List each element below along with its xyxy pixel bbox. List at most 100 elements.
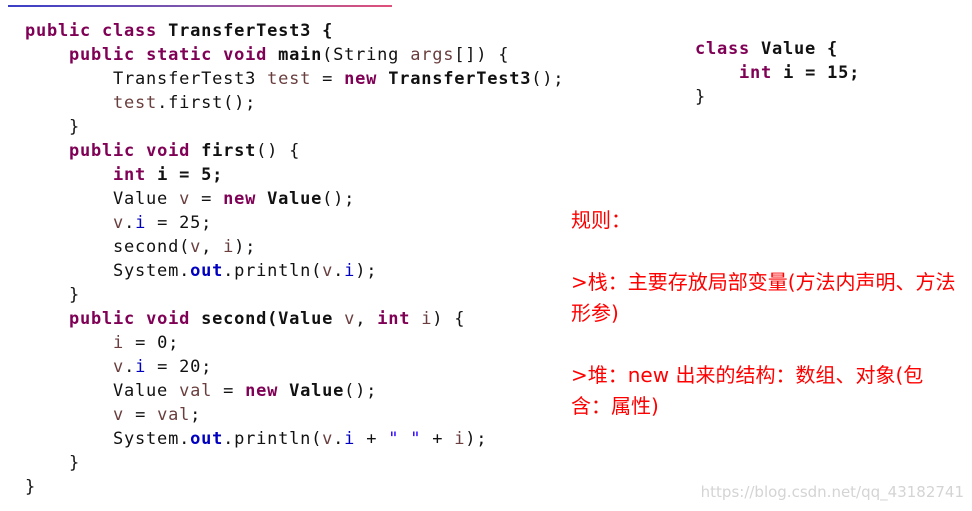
code-token: .: [333, 261, 345, 281]
code-token: i: [135, 357, 147, 377]
code-line: public void first() {: [25, 139, 564, 163]
code-token: .println(: [223, 429, 323, 449]
rules-notes: 规则： >栈：主要存放局部变量(方法内声明、方法形参) >堆：new 出来的结构…: [571, 205, 956, 422]
code-token: public class: [25, 21, 169, 41]
code-token: second(: [25, 237, 191, 257]
code-token: ();: [322, 189, 356, 209]
code-token: v: [322, 429, 334, 449]
code-token: test: [113, 93, 158, 113]
code-token: ,: [355, 309, 378, 329]
code-token: TransferTest3 {: [168, 21, 334, 41]
code-token: .: [333, 429, 345, 449]
rule-stack: >栈：主要存放局部变量(方法内声明、方法形参): [571, 270, 956, 325]
code-token: v: [322, 261, 334, 281]
code-token: i: [344, 429, 356, 449]
code-token: ,: [201, 237, 224, 257]
code-line: public class TransferTest3 {: [25, 19, 564, 43]
code-token: = 0;: [124, 333, 180, 353]
code-token: TransferTest3: [388, 69, 532, 89]
code-token: i: [135, 213, 147, 233]
code-line: }: [25, 115, 564, 139]
code-token: }: [25, 117, 81, 137]
code-token: +: [421, 429, 455, 449]
code-line: }: [25, 283, 564, 307]
code-token: " ": [388, 429, 422, 449]
code-line: public static void main(String args[]) {: [25, 43, 564, 67]
code-token: }: [695, 87, 707, 107]
code-line: test.first();: [25, 91, 564, 115]
code-token: .println(: [223, 261, 323, 281]
code-token: =: [212, 381, 246, 401]
code-token: v: [344, 309, 356, 329]
code-token: i: [223, 237, 235, 257]
code-line: System.out.println(v.i);: [25, 259, 564, 283]
code-token: () {: [256, 141, 301, 161]
rules-title: 规则：: [571, 208, 631, 232]
code-token: class: [695, 39, 762, 59]
code-line: v.i = 25;: [25, 211, 564, 235]
code-token: out: [190, 429, 224, 449]
code-token: (Value: [267, 309, 345, 329]
code-token: }: [25, 477, 37, 497]
code-line: i = 0;: [25, 331, 564, 355]
code-token: new: [344, 69, 389, 89]
code-token: public void: [69, 141, 202, 161]
code-line: }: [695, 85, 860, 109]
code-line: second(v, i);: [25, 235, 564, 259]
code-token: args: [410, 45, 455, 65]
code-line: v = val;: [25, 403, 564, 427]
code-token: ) {: [432, 309, 466, 329]
code-token: out: [190, 261, 224, 281]
code-token: Value: [25, 189, 180, 209]
code-token: []) {: [454, 45, 510, 65]
code-line: TransferTest3 test = new TransferTest3()…: [25, 67, 564, 91]
code-token: );: [355, 261, 378, 281]
code-token: public void: [69, 309, 202, 329]
rule-heap: >堆：new 出来的结构：数组、对象(包含：属性): [571, 363, 924, 418]
code-token: Value: [25, 381, 180, 401]
code-token: int: [739, 63, 784, 83]
code-token: ;: [190, 405, 202, 425]
code-token: new: [223, 189, 268, 209]
code-token: +: [355, 429, 389, 449]
code-token: i: [421, 309, 433, 329]
code-line: int i = 5;: [25, 163, 564, 187]
transfertest3-code: public class TransferTest3 { public stat…: [25, 19, 564, 499]
code-token: ();: [531, 69, 565, 89]
code-token: TransferTest3: [25, 69, 268, 89]
code-token: v: [113, 213, 125, 233]
value-class-code: class Value { int i = 15;}: [695, 37, 860, 109]
code-token: Value: [289, 381, 345, 401]
code-token: val: [179, 381, 213, 401]
code-token: i: [454, 429, 466, 449]
code-token: v: [179, 189, 191, 209]
code-token: );: [465, 429, 488, 449]
code-token: System.: [25, 429, 191, 449]
watermark: https://blog.csdn.net/qq_43182741: [700, 483, 964, 501]
code-line: v.i = 20;: [25, 355, 564, 379]
code-token: =: [311, 69, 345, 89]
code-token: v: [113, 405, 125, 425]
code-token: }: [25, 453, 81, 473]
code-token: public static void: [69, 45, 279, 65]
code-token: i: [344, 261, 356, 281]
code-token: .first();: [157, 93, 257, 113]
title-underline: [8, 5, 392, 7]
code-token: (String: [322, 45, 411, 65]
code-token: v: [113, 357, 125, 377]
code-token: i: [113, 333, 125, 353]
code-token: ();: [344, 381, 378, 401]
code-token: .: [124, 213, 136, 233]
code-line: Value val = new Value();: [25, 379, 564, 403]
code-token: System.: [25, 261, 191, 281]
code-line: class Value {: [695, 37, 860, 61]
code-token: =: [124, 405, 158, 425]
